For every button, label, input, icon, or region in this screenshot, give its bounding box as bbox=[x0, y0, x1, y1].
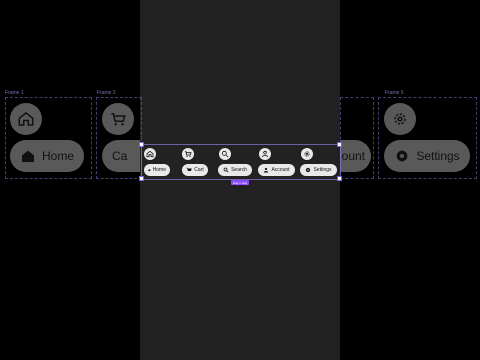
home-pill-large[interactable]: Home bbox=[10, 140, 84, 172]
settings-icon bbox=[396, 150, 408, 162]
settings-icon-button-large[interactable] bbox=[384, 103, 416, 135]
home-icon-button-large[interactable] bbox=[10, 103, 42, 135]
nav-search[interactable]: Search bbox=[218, 164, 252, 176]
frame-tag-1: Frame 1 bbox=[5, 90, 24, 96]
cart-pill-label: Ca bbox=[112, 149, 128, 163]
nav-settings[interactable]: Settings bbox=[300, 164, 337, 176]
selection-handle[interactable] bbox=[337, 176, 342, 181]
selection-size-badge: Hug × Hug bbox=[231, 180, 249, 185]
home-icon bbox=[18, 112, 34, 126]
account-icon-button[interactable] bbox=[259, 148, 271, 160]
search-icon-button[interactable] bbox=[219, 148, 231, 160]
settings-pill-label: Settings bbox=[416, 149, 460, 163]
cart-icon bbox=[186, 167, 193, 171]
selection-handle[interactable] bbox=[337, 142, 342, 147]
cart-icon-button[interactable] bbox=[182, 148, 194, 160]
account-icon bbox=[261, 150, 269, 158]
nav-account-label: Account bbox=[271, 167, 290, 173]
search-icon bbox=[221, 150, 229, 158]
nav-settings-label: Settings bbox=[313, 167, 332, 173]
settings-icon bbox=[394, 113, 406, 125]
account-pill-large[interactable]: ount bbox=[340, 140, 371, 172]
nav-home[interactable]: Home bbox=[144, 164, 170, 176]
home-icon-button[interactable] bbox=[144, 148, 156, 160]
frame-tag-5: Frame 5 bbox=[385, 90, 404, 96]
canvas-right bbox=[340, 0, 480, 360]
cart-pill-large[interactable]: Ca bbox=[102, 140, 140, 172]
nav-account[interactable]: Account bbox=[258, 164, 295, 176]
cart-icon-button-large[interactable] bbox=[102, 103, 134, 135]
nav-home-label: Home bbox=[152, 167, 166, 173]
canvas-left bbox=[0, 0, 140, 360]
account-icon bbox=[264, 167, 269, 173]
selection-handle[interactable] bbox=[139, 176, 144, 181]
home-icon bbox=[21, 150, 34, 162]
nav-cart[interactable]: Cart bbox=[182, 164, 208, 176]
home-icon bbox=[148, 169, 151, 171]
settings-pill-large[interactable]: Settings bbox=[384, 140, 470, 172]
cart-icon bbox=[111, 113, 126, 126]
settings-icon bbox=[306, 167, 311, 173]
search-icon bbox=[223, 167, 229, 173]
settings-icon-button[interactable] bbox=[301, 148, 313, 160]
cart-icon bbox=[185, 151, 192, 157]
nav-search-label: Search bbox=[231, 167, 247, 173]
selection-handle[interactable] bbox=[139, 142, 144, 147]
home-icon bbox=[146, 150, 154, 158]
account-pill-label: ount bbox=[341, 149, 365, 163]
home-pill-label: Home bbox=[41, 149, 74, 163]
nav-cart-label: Cart bbox=[194, 167, 204, 173]
settings-icon bbox=[304, 151, 310, 157]
frame-tag-2: Frame 2 bbox=[97, 90, 116, 96]
